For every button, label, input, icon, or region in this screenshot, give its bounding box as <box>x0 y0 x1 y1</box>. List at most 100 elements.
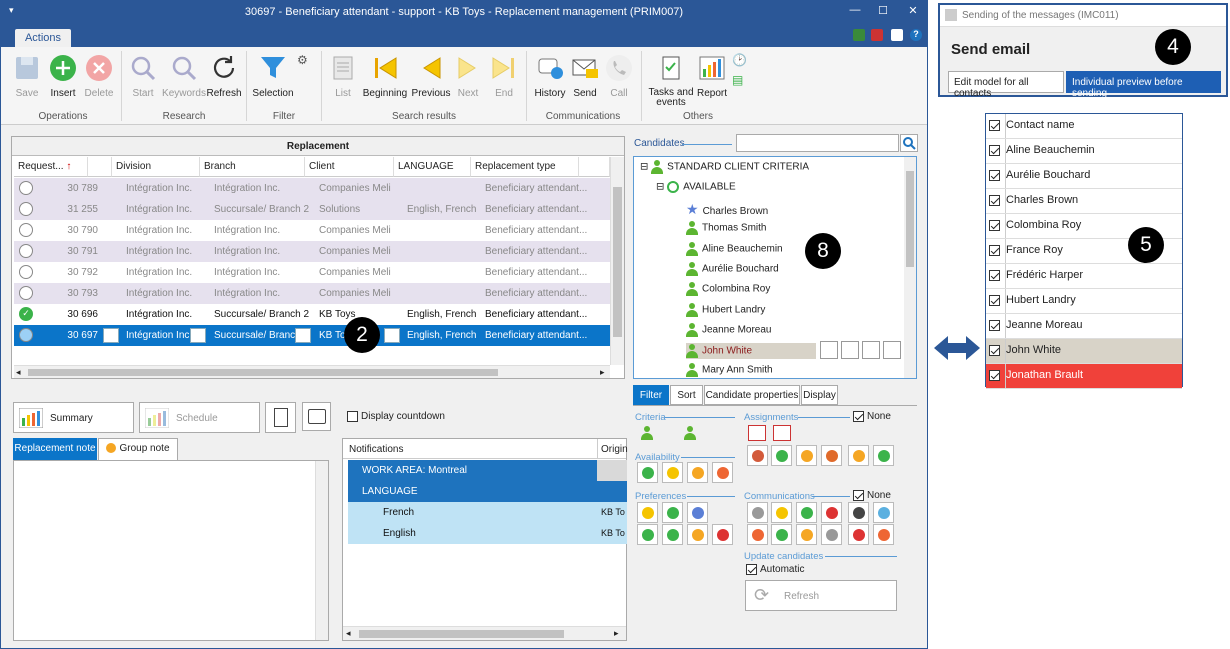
refresh-button[interactable]: Refresh <box>205 53 243 99</box>
tree-scrollbar[interactable] <box>904 157 916 378</box>
selection-button[interactable]: Selection <box>251 53 295 99</box>
notif-scroll-left-icon[interactable]: ◂ <box>346 628 351 639</box>
scroll-thumb-h[interactable] <box>28 369 498 376</box>
note-textarea[interactable] <box>13 460 329 641</box>
scroll-thumb[interactable] <box>613 187 622 337</box>
table-row[interactable]: ✓ 30 696 Intégration Inc. Succursale/ Branc… <box>14 304 610 325</box>
comm-voicemail-toggle[interactable] <box>848 502 869 523</box>
contact-row[interactable]: Aurélie Bouchard <box>986 164 1182 189</box>
assign-check-toggle[interactable] <box>771 445 792 466</box>
tab-display[interactable]: Display <box>801 385 838 405</box>
refresh-candidates-button[interactable]: ⟳ Refresh <box>745 580 897 611</box>
list-button[interactable]: List <box>327 53 359 99</box>
contact-checkbox[interactable] <box>989 294 1000 306</box>
table-row[interactable]: 31 255 Intégration Inc. Succursale/ Branch… <box>14 199 610 220</box>
id-card-icon[interactable] <box>103 328 119 343</box>
candidate-item[interactable]: John White <box>686 343 816 360</box>
help-icon[interactable]: ? <box>910 29 922 41</box>
contact-row[interactable]: Jonathan Brault <box>986 364 1182 389</box>
candidate-item[interactable]: Mary Ann Smith <box>686 363 773 378</box>
notification-row[interactable]: English KB To <box>348 523 627 544</box>
contact-row[interactable]: John White <box>986 339 1182 364</box>
table-row[interactable]: 30 793 Intégration Inc. Intégration Inc. Co… <box>14 283 610 304</box>
avail-orange-clock-toggle[interactable] <box>687 462 708 483</box>
notif-scroll-right-icon[interactable]: ▸ <box>614 628 619 639</box>
calendar-alert-icon[interactable] <box>773 425 791 441</box>
table-row[interactable]: 30 697 Intégration Inc Succursale/ Branch K… <box>14 325 610 346</box>
calendar-icon[interactable] <box>871 29 883 41</box>
export-icon[interactable]: ▤ <box>732 73 743 87</box>
grid-horizontal-scrollbar[interactable]: ◂ ▸ <box>14 365 610 378</box>
candidate-item[interactable]: Colombina Roy <box>686 282 770 297</box>
document-button[interactable] <box>265 402 296 433</box>
lock-icon[interactable] <box>891 29 903 41</box>
folder-search-icon[interactable] <box>190 328 206 343</box>
keywords-button[interactable]: Keywords <box>161 53 207 99</box>
pref-person-red-toggle[interactable] <box>712 524 733 545</box>
contact-row[interactable]: Hubert Landry <box>986 289 1182 314</box>
schedule-icon[interactable] <box>841 341 859 360</box>
notifications-hscroll[interactable]: ◂ ▸ <box>343 626 626 640</box>
close-button[interactable]: ✕ <box>905 4 921 20</box>
avail-yellow-clock-toggle[interactable] <box>662 462 683 483</box>
col-client[interactable]: Client <box>305 157 394 177</box>
assignments-none[interactable]: None <box>853 411 891 422</box>
edit-model-button[interactable]: Edit model for all contacts <box>948 71 1064 99</box>
col-branch[interactable]: Branch <box>200 157 305 177</box>
assign-person-toggle[interactable] <box>796 445 817 466</box>
pref-star-yellow-toggle[interactable] <box>637 502 658 523</box>
notification-row[interactable]: WORK AREA: Montreal <box>348 460 627 481</box>
comm-clock-toggle[interactable] <box>873 524 894 545</box>
contact-checkbox[interactable] <box>989 169 1000 181</box>
criteria-person-green-icon[interactable] <box>641 426 653 440</box>
insert-button[interactable]: Insert <box>45 53 81 99</box>
pref-star-green-toggle[interactable] <box>662 502 683 523</box>
notif-scroll-thumb[interactable] <box>359 630 564 638</box>
table-row[interactable]: 30 790 Intégration Inc. Intégration Inc. Co… <box>14 220 610 241</box>
report-button[interactable]: Report <box>695 53 729 99</box>
contact-checkbox[interactable] <box>989 219 1000 231</box>
contact-row[interactable]: Frédéric Harper <box>986 264 1182 289</box>
comm-call-busy-toggle[interactable] <box>821 524 842 545</box>
calculator-icon[interactable] <box>853 29 865 41</box>
comm-call-ok-toggle[interactable] <box>771 524 792 545</box>
schedule-button[interactable]: Schedule <box>139 402 260 433</box>
scroll-right-icon[interactable]: ▸ <box>600 367 605 378</box>
col-language[interactable]: LANGUAGE <box>394 157 471 177</box>
table-row[interactable]: 30 789 Intégration Inc. Intégration Inc. Co… <box>14 178 610 199</box>
notification-row[interactable]: LANGUAGE <box>348 481 627 502</box>
status-done-icon[interactable]: ✓ <box>19 307 33 321</box>
contact-checkbox[interactable] <box>989 244 1000 256</box>
pref-heart-toggle[interactable] <box>637 524 658 545</box>
pref-person-green-toggle[interactable] <box>662 524 683 545</box>
tab-sort[interactable]: Sort <box>670 385 703 405</box>
assign-clock-toggle[interactable] <box>848 445 869 466</box>
candidates-search-button[interactable] <box>900 134 918 152</box>
row-radio[interactable] <box>19 265 33 279</box>
tree-scroll-thumb[interactable] <box>906 171 914 267</box>
assign-available-toggle[interactable] <box>873 445 894 466</box>
tree-group-available[interactable]: ⊟ AVAILABLE <box>656 181 736 193</box>
contact-row[interactable]: Aline Beauchemin <box>986 139 1182 164</box>
disabled-icon[interactable] <box>862 341 880 360</box>
next-button[interactable]: Next <box>453 53 483 99</box>
folder-search-icon[interactable] <box>295 328 311 343</box>
automatic-option[interactable]: Automatic <box>746 564 804 575</box>
table-row[interactable]: 30 792 Intégration Inc. Intégration Inc. Co… <box>14 262 610 283</box>
candidate-item[interactable]: ★ Charles Brown <box>686 201 768 218</box>
tab-group-note[interactable]: Group note <box>98 438 178 461</box>
communications-none[interactable]: None <box>853 490 891 501</box>
row-radio[interactable] <box>19 223 33 237</box>
row-radio[interactable] <box>19 181 33 195</box>
minimize-button[interactable]: — <box>847 4 863 20</box>
comm-call-missed-toggle[interactable] <box>848 524 869 545</box>
display-countdown-option[interactable]: Display countdown <box>347 411 445 422</box>
candidates-search-input[interactable] <box>736 134 899 152</box>
delete-button[interactable]: Delete <box>81 53 117 99</box>
comm-email-toggle[interactable] <box>747 502 768 523</box>
individual-preview-button[interactable]: Individual preview before sending <box>1066 71 1221 99</box>
display-countdown-checkbox[interactable] <box>347 411 358 422</box>
summary-button[interactable]: Summary <box>13 402 134 433</box>
comm-phone-toggle[interactable] <box>873 502 894 523</box>
candidate-item[interactable]: Aurélie Bouchard <box>686 261 779 276</box>
